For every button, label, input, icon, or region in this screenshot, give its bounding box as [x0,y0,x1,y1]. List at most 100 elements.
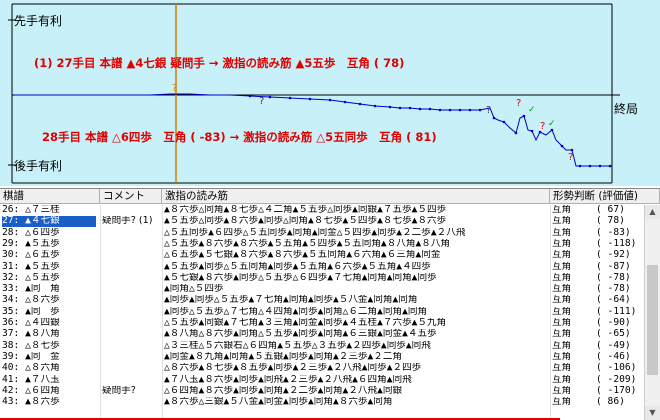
eval-cell: ( -87) [596,261,631,272]
variation-cell: △６五歩▲５七銀▲８六歩▲８六歩▲５五同角▲６六角▲６三角▲同金 [164,250,441,261]
table-row[interactable]: 37: ▲８八角 ▲８八角△８六歩▲同角△５五歩▲同歩▲同角▲６三銀▲同金▲４五歩… [0,329,644,340]
eval-cell: ( 78) [596,216,625,227]
kifu-table: 棋譜 コメント 激指の読み筋 形勢判断 (評価値) 26: △７三桂 ▲８六歩△同… [0,188,660,420]
table-row[interactable]: 33: ▲同 角 ▲同角△５四歩 互角 ( -78) [0,284,644,295]
judge-cell: 互角 [552,284,572,295]
eval-cell: ( -64) [596,295,631,306]
table-row[interactable]: 32: △５五歩 ▲５七銀▲８六歩▲同歩△５五歩△６四歩▲７七角▲同角▲同角▲同歩… [0,273,644,284]
variation-cell: ▲同歩△５五歩△７七角△４四角▲同歩▲同角△６二角▲同角▲同角 [164,306,428,317]
table-row[interactable]: 43: ▲８六歩 ▲８六歩△三銀▲５八金▲同金▲同歩▲同角▲８六歩▲同角 互角 ( 8… [0,397,644,408]
table-row[interactable]: 42: △６四角 疑問手? △６四角▲８六歩▲同歩▲同角▲２二歩▲同角▲２八飛▲同銀… [0,386,644,397]
scroll-up-icon[interactable]: ▲ [645,205,660,219]
scroll-down-icon[interactable]: ▼ [645,406,660,420]
variation-cell: △５五歩▲８六歩▲８六歩▲５五角▲５四歩▲５五同角▲８八角▲８八角 [164,238,451,249]
move-cell: 28: △６四歩 [2,227,60,238]
judge-cell: 互角 [552,329,572,340]
table-row[interactable]: 29: ▲５五歩 △５五歩▲８六歩▲８六歩▲５五角▲５四歩▲５五同角▲８八角▲８八… [0,239,644,250]
variation-cell: ▲８六歩△同角▲８七歩△４二角▲５五歩△同歩▲同銀▲７五歩▲５四歩 [164,205,447,215]
header-comment[interactable]: コメント [100,189,162,204]
judge-cell: 互角 [552,250,572,261]
label-gote-advantage: 後手有利 [14,159,63,173]
variation-cell: ▲５七銀▲８六歩▲同歩△５五歩△６四歩▲７七角▲同角▲同角▲同歩 [164,272,437,283]
judge-cell: 互角 [552,385,572,396]
move-cell: 35: ▲同 歩 [2,306,60,317]
judge-cell: 互角 [552,363,572,374]
evaluation-graph[interactable]: ? ? ? ? ? ? ✓ ✓ 先手有利 後手有利 終局 (1) 27手目 本譜… [0,0,660,186]
move-cell: 40: △８六角 [2,363,60,374]
eval-cell: ( -83) [596,227,631,238]
eval-cell: ( -92) [596,250,631,261]
question-mark-icon: ? [259,96,264,107]
judge-cell: 互角 [552,227,572,238]
table-row[interactable]: 36: △４四銀 △５五歩▲同銀▲７七角▲３三角▲同金▲同歩▲４五桂▲７六歩▲５九… [0,318,644,329]
move-cell: 43: ▲８六歩 [2,397,60,408]
question-mark-icon: ? [172,83,177,94]
eval-cell: ( 86) [596,397,625,408]
variation-cell: △５五歩▲同銀▲７七角▲３三角▲同金▲同歩▲４五桂▲７六歩▲５九角 [164,318,447,328]
question-mark-icon: ? [486,105,491,116]
variation-cell: △５五同歩▲６四歩△５五同歩▲同角▲同金△５四歩▲同歩▲２二歩▲２八飛 [164,227,466,238]
eval-cell: ( -65) [596,329,631,340]
table-row[interactable]: 35: ▲同 歩 ▲同歩△５五歩△７七角△４四角▲同歩▲同角△６二角▲同角▲同角 互… [0,307,644,318]
move-cell: 26: △７三桂 [2,205,60,215]
eval-cell: ( -118) [596,238,637,249]
table-row[interactable]: 39: ▲同 金 ▲同金▲８九角▲同角▲５五銀▲同歩▲同角▲２三歩▲２二角 互角 ( … [0,352,644,363]
judge-cell: 互角 [552,238,572,249]
header-judge[interactable]: 形勢判断 (評価値) [550,189,660,204]
scroll-thumb[interactable] [647,265,658,375]
comment-cell: 疑問手? (1) [102,216,153,227]
label-sente-advantage: 先手有利 [14,14,63,28]
variation-cell: △８六歩▲８七歩▲８五歩▲同歩▲２三歩▲２八飛▲同歩▲２四歩 [164,363,422,374]
good-move-icon: ✓ [528,105,536,115]
annotation-move-28: 28手目 本譜 △6四歩 互角 ( -83) → 激指の読み筋 △5五同歩 互角… [42,130,437,144]
table-row[interactable]: 26: △７三桂 ▲８六歩△同角▲８七歩△４二角▲５五歩△同歩▲同銀▲７五歩▲５四… [0,205,644,216]
vertical-scrollbar[interactable]: ▲ ▼ [644,205,660,420]
table-row[interactable]: 31: ▲５五歩 ▲５五歩▲同歩△５五同角▲同歩▲５五角▲６六歩▲５五角▲４四歩 互… [0,262,644,273]
eval-cell: ( -170) [596,385,637,396]
judge-cell: 互角 [552,351,572,362]
eval-cell: ( -90) [596,318,631,328]
table-row[interactable]: 27: ▲４七銀 疑問手? (1) ▲５五歩△同歩▲８六歩▲同歩△同角▲８七歩▲５四… [0,216,644,227]
judge-cell: 互角 [552,261,572,272]
annotation-move-27: (1) 27手目 本譜 ▲4七銀 疑問手 → 激指の読み筋 ▲5五歩 互角 ( … [34,56,405,70]
comment-cell: 疑問手? [102,385,136,396]
variation-cell: ▲同歩▲同歩△５五歩▲７七角▲同角▲同歩▲５八金▲同角▲同角 [164,295,418,306]
table-row[interactable]: 40: △８六角 △８六歩▲８七歩▲８五歩▲同歩▲２三歩▲２八飛▲同歩▲２四歩 互角… [0,363,644,374]
move-cell: 29: ▲５五歩 [2,238,60,249]
move-cell: 36: △４四銀 [2,318,60,328]
question-mark-icon: ? [540,121,545,132]
judge-cell: 互角 [552,374,572,385]
table-row[interactable]: 41: ▲７八玉 ▲７八玉▲８六歩▲同歩▲同飛▲２三歩▲２八飛▲６四角▲同飛 互角 (… [0,375,644,386]
judge-cell: 互角 [552,272,572,283]
judge-cell: 互角 [552,205,572,215]
move-cell: 41: ▲７八玉 [2,374,60,385]
move-cell: 34: △８六歩 [2,295,60,306]
variation-cell: ▲８八角△８六歩▲同角△５五歩▲同歩▲同角▲６三銀▲同金▲４五歩 [164,329,437,340]
variation-cell: ▲同金▲８九角▲同角▲５五銀▲同歩▲同角▲２三歩▲２二角 [164,351,403,362]
eval-cell: ( -49) [596,340,631,351]
judge-cell: 互角 [552,340,572,351]
table-row[interactable]: 30: △６五歩 △６五歩▲５七銀▲８六歩▲８六歩▲５五同角▲６六角▲６三角▲同金… [0,250,644,261]
header-move[interactable]: 棋譜 [0,189,100,204]
eval-cell: ( -106) [596,363,637,374]
variation-cell: △３三桂△５六銀右△６四角▲５五歩△３五歩▲２四歩▲同歩▲同飛 [164,340,431,351]
judge-cell: 互角 [552,306,572,317]
table-row[interactable]: 28: △６四歩 △５五同歩▲６四歩△５五同歩▲同角▲同金△５四歩▲同歩▲２二歩▲… [0,228,644,239]
evaluation-graph-svg: ? ? ? ? ? ? ✓ ✓ [8,3,620,184]
judge-cell: 互角 [552,397,572,408]
table-row[interactable]: 34: △８六歩 ▲同歩▲同歩△５五歩▲７七角▲同角▲同歩▲５八金▲同角▲同角 互角… [0,295,644,306]
question-mark-icon: ? [516,98,521,109]
eval-cell: ( -209) [596,374,637,385]
header-variation[interactable]: 激指の読み筋 [162,189,550,204]
variation-cell: ▲５五歩▲同歩△５五同角▲同歩▲５五角▲６六歩▲５五角▲４四歩 [164,261,431,272]
move-cell: 38: △８七歩 [2,340,60,351]
move-cell: 33: ▲同 角 [2,284,60,295]
move-cell: 32: △５五歩 [2,272,60,283]
judge-cell: 互角 [552,216,572,227]
eval-cell: ( -78) [596,284,631,295]
variation-cell: ▲８六歩△三銀▲５八金▲同金▲同歩▲同角▲８六歩▲同角 [164,397,393,408]
variation-cell: ▲同角△５四歩 [164,284,224,295]
table-row[interactable]: 38: △８七歩 △３三桂△５六銀右△６四角▲５五歩△３五歩▲２四歩▲同歩▲同飛 互… [0,341,644,352]
variation-cell: △６四角▲８六歩▲同歩▲同角▲２二歩▲同角▲２八飛▲同銀 [164,385,403,396]
eval-cell: ( -78) [596,272,631,283]
